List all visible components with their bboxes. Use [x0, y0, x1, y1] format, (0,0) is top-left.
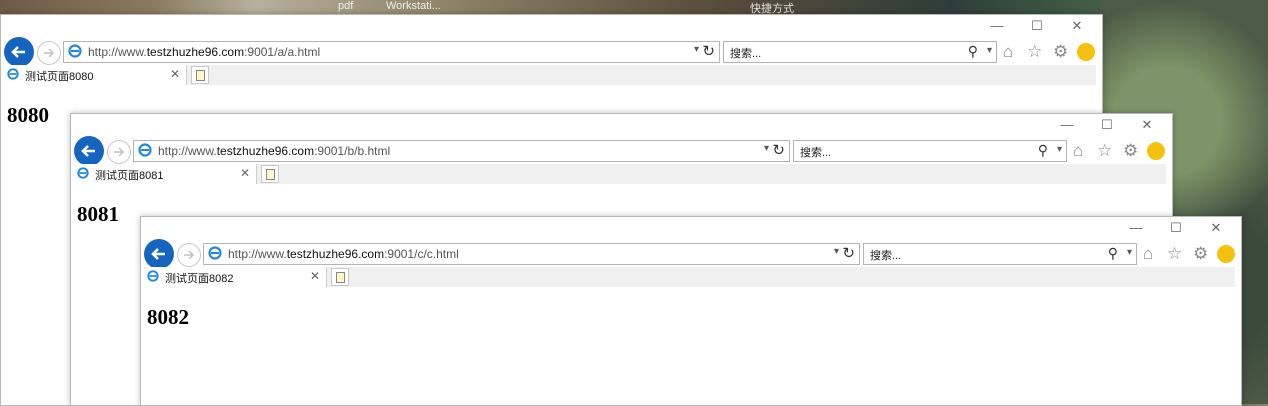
- tab-title: 测试页面8080: [25, 71, 94, 83]
- home-icon[interactable]: ⌂: [1143, 243, 1153, 265]
- ie-logo-icon: [77, 167, 89, 179]
- page-heading: 8080: [7, 103, 49, 127]
- ie-logo-icon: [68, 44, 82, 58]
- tab-bar: 测试页面8080 ✕: [1, 65, 1096, 85]
- tab-close-icon[interactable]: ✕: [170, 67, 180, 81]
- search-dropdown-icon[interactable]: ▾: [987, 45, 992, 56]
- address-url[interactable]: http://www.testzhuzhe96.com:9001/c/c.htm…: [228, 247, 459, 261]
- tab-title: 测试页面8081: [95, 170, 164, 182]
- refresh-icon[interactable]: ↻: [842, 244, 855, 262]
- search-box[interactable]: 搜索... ⚲ ▾: [863, 243, 1137, 265]
- new-tab-icon: [336, 272, 345, 283]
- address-url[interactable]: http://www.testzhuzhe96.com:9001/a/a.htm…: [88, 45, 320, 59]
- smiley-icon[interactable]: [1217, 245, 1235, 263]
- new-tab-button[interactable]: [331, 268, 349, 286]
- tab-close-icon[interactable]: ✕: [240, 166, 250, 180]
- back-button[interactable]: [144, 239, 174, 269]
- minimize-button[interactable]: —: [982, 19, 1012, 33]
- maximize-button[interactable]: ☐: [1161, 221, 1191, 235]
- forward-button[interactable]: [107, 140, 131, 164]
- back-arrow-icon: [81, 145, 95, 157]
- gear-icon[interactable]: ⚙: [1193, 243, 1208, 265]
- search-box[interactable]: 搜索... ⚲ ▾: [723, 41, 997, 63]
- desktop-item-shortcut[interactable]: 快捷方式: [750, 0, 794, 14]
- new-tab-icon: [196, 70, 205, 81]
- new-tab-button[interactable]: [191, 66, 209, 84]
- search-placeholder: 搜索...: [730, 48, 762, 60]
- new-tab-button[interactable]: [261, 165, 279, 183]
- maximize-button[interactable]: ☐: [1092, 118, 1122, 132]
- tab-close-icon[interactable]: ✕: [310, 269, 320, 283]
- forward-arrow-icon: [114, 147, 125, 157]
- page-content: 8082: [141, 291, 1241, 405]
- gear-icon[interactable]: ⚙: [1053, 41, 1068, 63]
- minimize-button[interactable]: —: [1121, 221, 1151, 235]
- star-icon[interactable]: ☆: [1167, 243, 1182, 265]
- desktop-item-workstation[interactable]: Workstati...: [386, 0, 441, 12]
- address-dropdown-icon[interactable]: ▾: [694, 44, 699, 55]
- window-caption-buttons: — ☐ ✕: [952, 15, 1102, 37]
- tab-bar: 测试页面8082 ✕: [141, 267, 1235, 287]
- tab-active[interactable]: 测试页面8081 ✕: [71, 164, 257, 184]
- refresh-icon[interactable]: ↻: [772, 141, 785, 159]
- browser-window-8082[interactable]: — ☐ ✕ http://www.testzhuzhe96.com:9001/c…: [140, 216, 1242, 406]
- ie-logo-icon: [147, 270, 159, 282]
- back-arrow-icon: [11, 46, 25, 58]
- toolbar-icons: ⌂ ☆ ⚙: [1143, 243, 1239, 265]
- address-dropdown-icon[interactable]: ▾: [764, 143, 769, 154]
- tab-bar: 测试页面8081 ✕: [71, 164, 1166, 184]
- search-placeholder: 搜索...: [800, 147, 832, 159]
- refresh-icon[interactable]: ↻: [702, 42, 715, 60]
- back-button[interactable]: [74, 136, 104, 166]
- forward-arrow-icon: [184, 250, 195, 260]
- toolbar-icons: ⌂ ☆ ⚙: [1073, 140, 1169, 162]
- desktop-item-pdf[interactable]: pdf: [338, 0, 353, 12]
- magnifier-icon[interactable]: ⚲: [1038, 142, 1048, 159]
- ie-logo-icon: [208, 246, 222, 260]
- address-bar[interactable]: http://www.testzhuzhe96.com:9001/c/c.htm…: [203, 243, 860, 265]
- ie-logo-icon: [138, 143, 152, 157]
- toolbar-icons: ⌂ ☆ ⚙: [1003, 41, 1099, 63]
- minimize-button[interactable]: —: [1052, 118, 1082, 132]
- address-bar[interactable]: http://www.testzhuzhe96.com:9001/a/a.htm…: [63, 41, 720, 63]
- search-placeholder: 搜索...: [870, 250, 902, 262]
- star-icon[interactable]: ☆: [1027, 41, 1042, 63]
- search-dropdown-icon[interactable]: ▾: [1127, 247, 1132, 258]
- page-heading: 8081: [77, 202, 119, 226]
- tab-active[interactable]: 测试页面8082 ✕: [141, 267, 327, 287]
- close-button[interactable]: ✕: [1201, 221, 1231, 235]
- forward-button[interactable]: [177, 243, 201, 267]
- home-icon[interactable]: ⌂: [1073, 140, 1083, 162]
- smiley-icon[interactable]: [1147, 142, 1165, 160]
- forward-button[interactable]: [37, 41, 61, 65]
- forward-arrow-icon: [44, 48, 55, 58]
- maximize-button[interactable]: ☐: [1022, 19, 1052, 33]
- search-dropdown-icon[interactable]: ▾: [1057, 144, 1062, 155]
- desktop-taskbar: pdf Workstati... 快捷方式: [0, 0, 1268, 14]
- back-button[interactable]: [4, 37, 34, 67]
- close-button[interactable]: ✕: [1062, 19, 1092, 33]
- magnifier-icon[interactable]: ⚲: [1108, 245, 1118, 262]
- search-box[interactable]: 搜索... ⚲ ▾: [793, 140, 1067, 162]
- window-caption-buttons: — ☐ ✕: [1022, 114, 1172, 136]
- new-tab-icon: [266, 169, 275, 180]
- window-caption-buttons: — ☐ ✕: [1091, 217, 1241, 239]
- back-arrow-icon: [151, 248, 165, 260]
- ie-logo-icon: [7, 68, 19, 80]
- star-icon[interactable]: ☆: [1097, 140, 1112, 162]
- address-bar[interactable]: http://www.testzhuzhe96.com:9001/b/b.htm…: [133, 140, 790, 162]
- tab-title: 测试页面8082: [165, 273, 234, 285]
- gear-icon[interactable]: ⚙: [1123, 140, 1138, 162]
- tab-active[interactable]: 测试页面8080 ✕: [1, 65, 187, 85]
- address-dropdown-icon[interactable]: ▾: [834, 246, 839, 257]
- close-button[interactable]: ✕: [1132, 118, 1162, 132]
- home-icon[interactable]: ⌂: [1003, 41, 1013, 63]
- page-heading: 8082: [147, 305, 189, 329]
- address-url[interactable]: http://www.testzhuzhe96.com:9001/b/b.htm…: [158, 144, 390, 158]
- smiley-icon[interactable]: [1077, 43, 1095, 61]
- magnifier-icon[interactable]: ⚲: [968, 43, 978, 60]
